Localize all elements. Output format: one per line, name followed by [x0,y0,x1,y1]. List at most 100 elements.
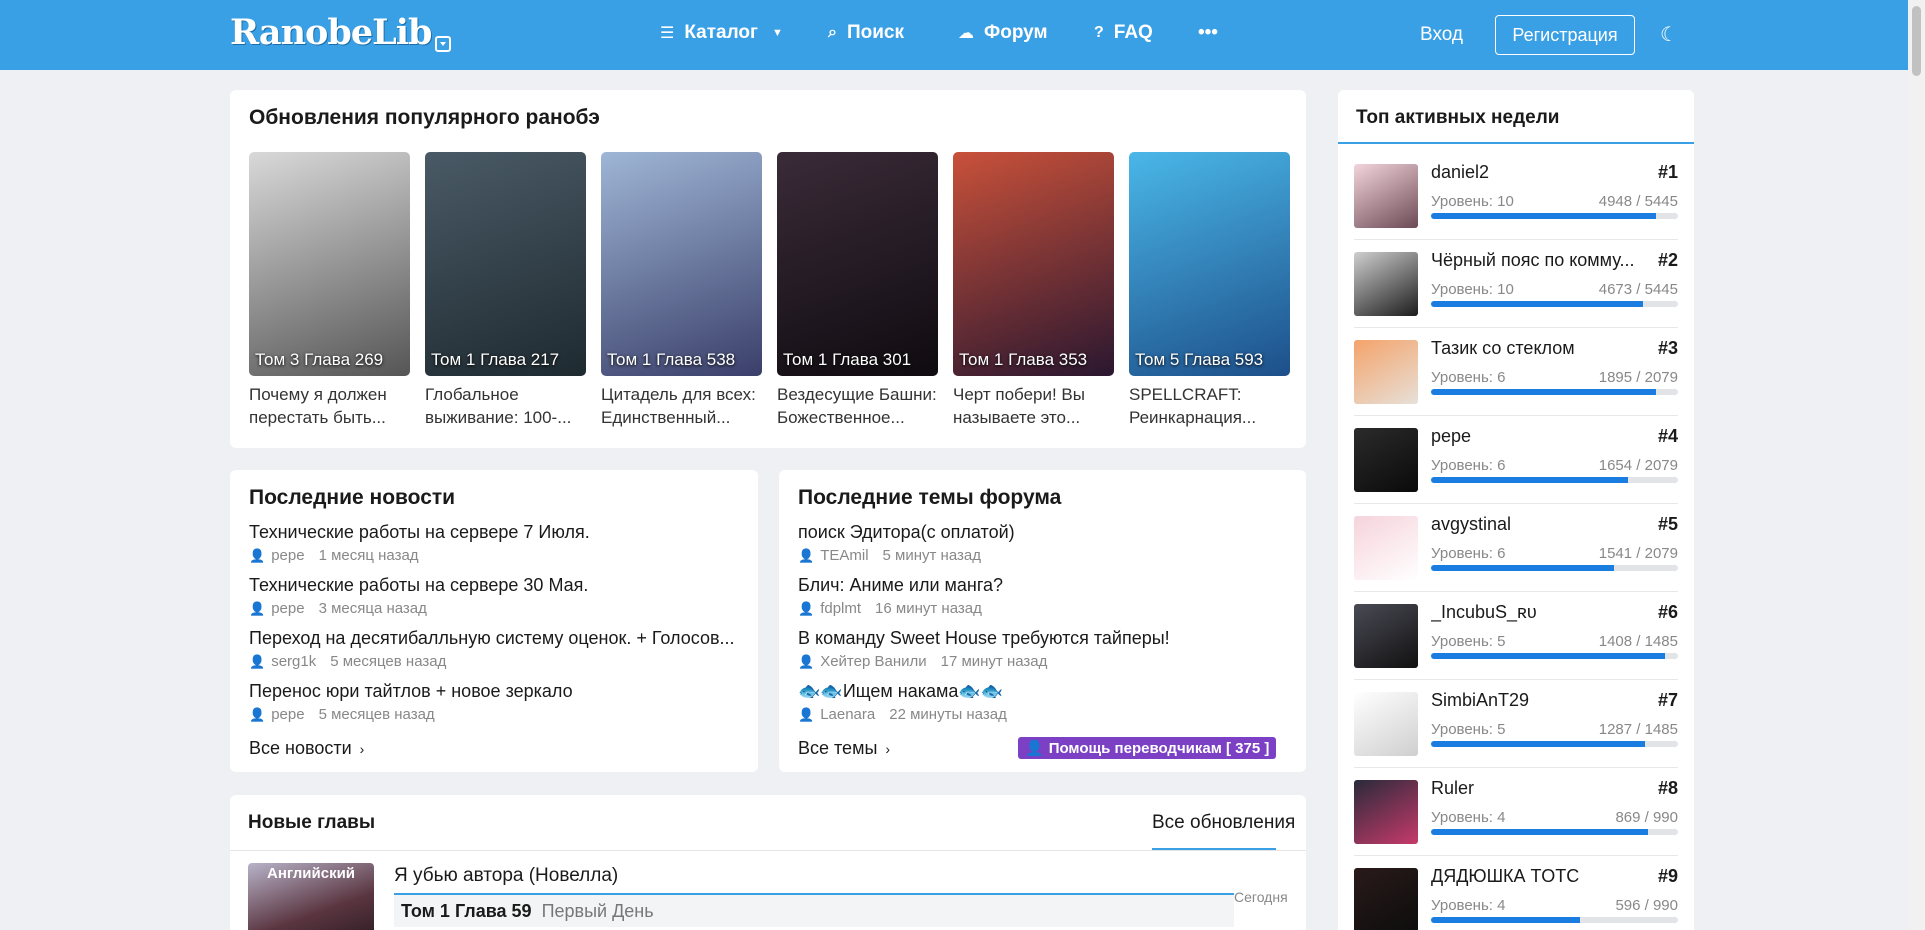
dropdown-toggle-icon[interactable] [435,36,451,52]
item-author[interactable]: TEAmil [820,547,868,564]
user-rank: #8 [1657,778,1678,798]
cover-image[interactable]: Том 5 Глава 593 [1129,152,1290,376]
chapter-cover[interactable]: Английский [248,863,374,930]
translator-help-button[interactable]: 👤 Помощь переводчикам [ 375 ] [1018,737,1277,759]
user-name[interactable]: SimbiAnT29 [1431,690,1641,711]
item-title-link[interactable]: 🐟🐟Ищем накама🐟🐟 [798,681,1288,702]
avatar[interactable] [1354,868,1418,930]
cover-title[interactable]: Черт побери! Вы называете это... [953,383,1114,429]
avatar[interactable] [1354,164,1418,228]
more-menu-icon[interactable]: ••• [1198,22,1218,44]
user-rank: #9 [1657,866,1678,886]
theme-toggle-icon[interactable]: ☾ [1660,22,1678,47]
user-name[interactable]: avgystinal [1431,514,1641,535]
scrollbar-thumb[interactable] [1912,6,1921,76]
chapter-row[interactable]: Том 1 Глава 59 Первый День [394,893,1234,927]
item-author[interactable]: pepe [271,706,304,723]
nav-catalog[interactable]: ☰ Каталог ▼ [660,22,783,44]
cover-title[interactable]: SPELLCRAFT: Реинкарнация... [1129,383,1290,429]
popular-title-card[interactable]: Том 5 Глава 593 SPELLCRAFT: Реинкарнация.… [1129,152,1290,429]
avatar[interactable] [1354,516,1418,580]
item-title-link[interactable]: Блич: Аниме или манга? [798,575,1288,596]
all-news-link[interactable]: Все новости › [249,738,364,759]
avatar[interactable] [1354,340,1418,404]
user-name[interactable]: _IncubuS_ʀᴜ [1431,602,1641,623]
xp-progress-bar [1431,741,1678,747]
xp-progress-fill [1431,741,1646,747]
item-author[interactable]: Хейтер Ванили [820,653,926,670]
top-user-row[interactable]: _IncubuS_ʀᴜ #6 Уровень: 5 1408 / 1485 [1354,592,1678,680]
all-topics-link[interactable]: Все темы › [798,738,890,759]
cover-image[interactable]: Том 1 Глава 538 [601,152,762,376]
news-card: Последние новости Технические работы на … [230,470,758,772]
user-xp: 869 / 990 [1615,809,1678,826]
user-name[interactable]: daniel2 [1431,162,1641,183]
popular-title-card[interactable]: Том 1 Глава 353 Черт побери! Вы называете… [953,152,1114,429]
avatar[interactable] [1354,252,1418,316]
item-author[interactable]: serg1k [271,653,316,670]
item-title-link[interactable]: Переход на десятибалльную систему оценок… [249,628,739,649]
popular-title-card[interactable]: Том 3 Глава 269 Почему я должен перестать… [249,152,410,429]
item-title-link[interactable]: Технические работы на сервере 7 Июля. [249,522,739,543]
item-title-link[interactable]: Технические работы на сервере 30 Мая. [249,575,739,596]
top-user-row[interactable]: avgystinal #5 Уровень: 6 1541 / 2079 [1354,504,1678,592]
cover-title[interactable]: Почему я должен перестать быть... [249,383,410,429]
user-xp: 4673 / 5445 [1598,281,1678,298]
user-name[interactable]: pepe [1431,426,1641,447]
top-user-row[interactable]: Тазик со стеклом #3 Уровень: 6 1895 / 2079 [1354,328,1678,416]
popular-title-card[interactable]: Том 1 Глава 538 Цитадель для всех: Единст… [601,152,762,429]
cover-image[interactable]: Том 3 Глава 269 [249,152,410,376]
xp-progress-fill [1431,565,1615,571]
avatar[interactable] [1354,604,1418,668]
chapter-title-link[interactable]: Я убью автора (Новелла) [394,865,618,887]
avatar[interactable] [1354,428,1418,492]
cover-image[interactable]: Том 1 Глава 301 [777,152,938,376]
user-name[interactable]: Чёрный пояс по комму... [1431,250,1641,271]
top-user-row[interactable]: pepe #4 Уровень: 6 1654 / 2079 [1354,416,1678,504]
top-user-row[interactable]: ДЯДЮШКА TOTC #9 Уровень: 4 596 / 990 [1354,856,1678,930]
top-user-row[interactable]: Ruler #8 Уровень: 4 869 / 990 [1354,768,1678,856]
forum-title: Последние темы форума [798,486,1062,509]
popular-updates-title: Обновления популярного ранобэ [249,106,600,129]
login-link[interactable]: Вход [1420,24,1463,46]
top-header: RanobeLib ☰ Каталог ▼ ⌕ Поиск ☁ Форум ? … [0,0,1925,70]
item-author[interactable]: pepe [271,547,304,564]
item-time: 1 месяц назад [318,547,419,564]
top-user-row[interactable]: Чёрный пояс по комму... #2 Уровень: 10 4673… [1354,240,1678,328]
user-name[interactable]: Тазик со стеклом [1431,338,1641,359]
user-rank: #4 [1657,426,1678,446]
nav-forum[interactable]: ☁ Форум [958,22,1048,44]
popular-title-card[interactable]: Том 1 Глава 217 Глобальное выживание: 100… [425,152,586,429]
item-author[interactable]: pepe [271,600,304,617]
avatar[interactable] [1354,692,1418,756]
user-name[interactable]: ДЯДЮШКА TOTC [1431,866,1641,887]
popular-title-card[interactable]: Том 1 Глава 301 Вездесущие Башни: Божеств… [777,152,938,429]
nav-faq[interactable]: ? FAQ [1094,22,1153,44]
avatar[interactable] [1354,780,1418,844]
item-meta: 👤 pepe 1 месяц назад [249,547,739,564]
register-button[interactable]: Регистрация [1495,15,1635,55]
item-author[interactable]: fdplmt [820,600,861,617]
item-title-link[interactable]: Перенос юри тайтлов + новое зеркало [249,681,739,702]
item-author[interactable]: Laenara [820,706,875,723]
item-title-link[interactable]: поиск Эдитора(с оплатой) [798,522,1288,543]
top-user-row[interactable]: SimbiAnT29 #7 Уровень: 5 1287 / 1485 [1354,680,1678,768]
user-name[interactable]: Ruler [1431,778,1641,799]
user-icon: 👤 [798,653,815,669]
cover-image[interactable]: Том 1 Глава 217 [425,152,586,376]
all-updates-tab[interactable]: Все обновления [1152,812,1295,834]
cover-title[interactable]: Глобальное выживание: 100-... [425,383,586,429]
page-scrollbar[interactable] [1908,0,1925,930]
cover-title[interactable]: Вездесущие Башни: Божественное... [777,383,938,429]
top-user-row[interactable]: daniel2 #1 Уровень: 10 4948 / 5445 [1354,152,1678,240]
cover-chapter-label: Том 1 Глава 301 [783,350,912,369]
cover-title[interactable]: Цитадель для всех: Единственный... [601,383,762,429]
item-title-link[interactable]: В команду Sweet House требуются тайперы! [798,628,1288,649]
divider [230,850,1306,851]
item-time: 5 месяцев назад [330,653,447,670]
chevron-right-icon: › [885,741,891,757]
cover-image[interactable]: Том 1 Глава 353 [953,152,1114,376]
nav-search[interactable]: ⌕ Поиск [828,22,904,44]
item-time: 3 месяца назад [318,600,427,617]
site-logo[interactable]: RanobeLib [230,12,432,53]
